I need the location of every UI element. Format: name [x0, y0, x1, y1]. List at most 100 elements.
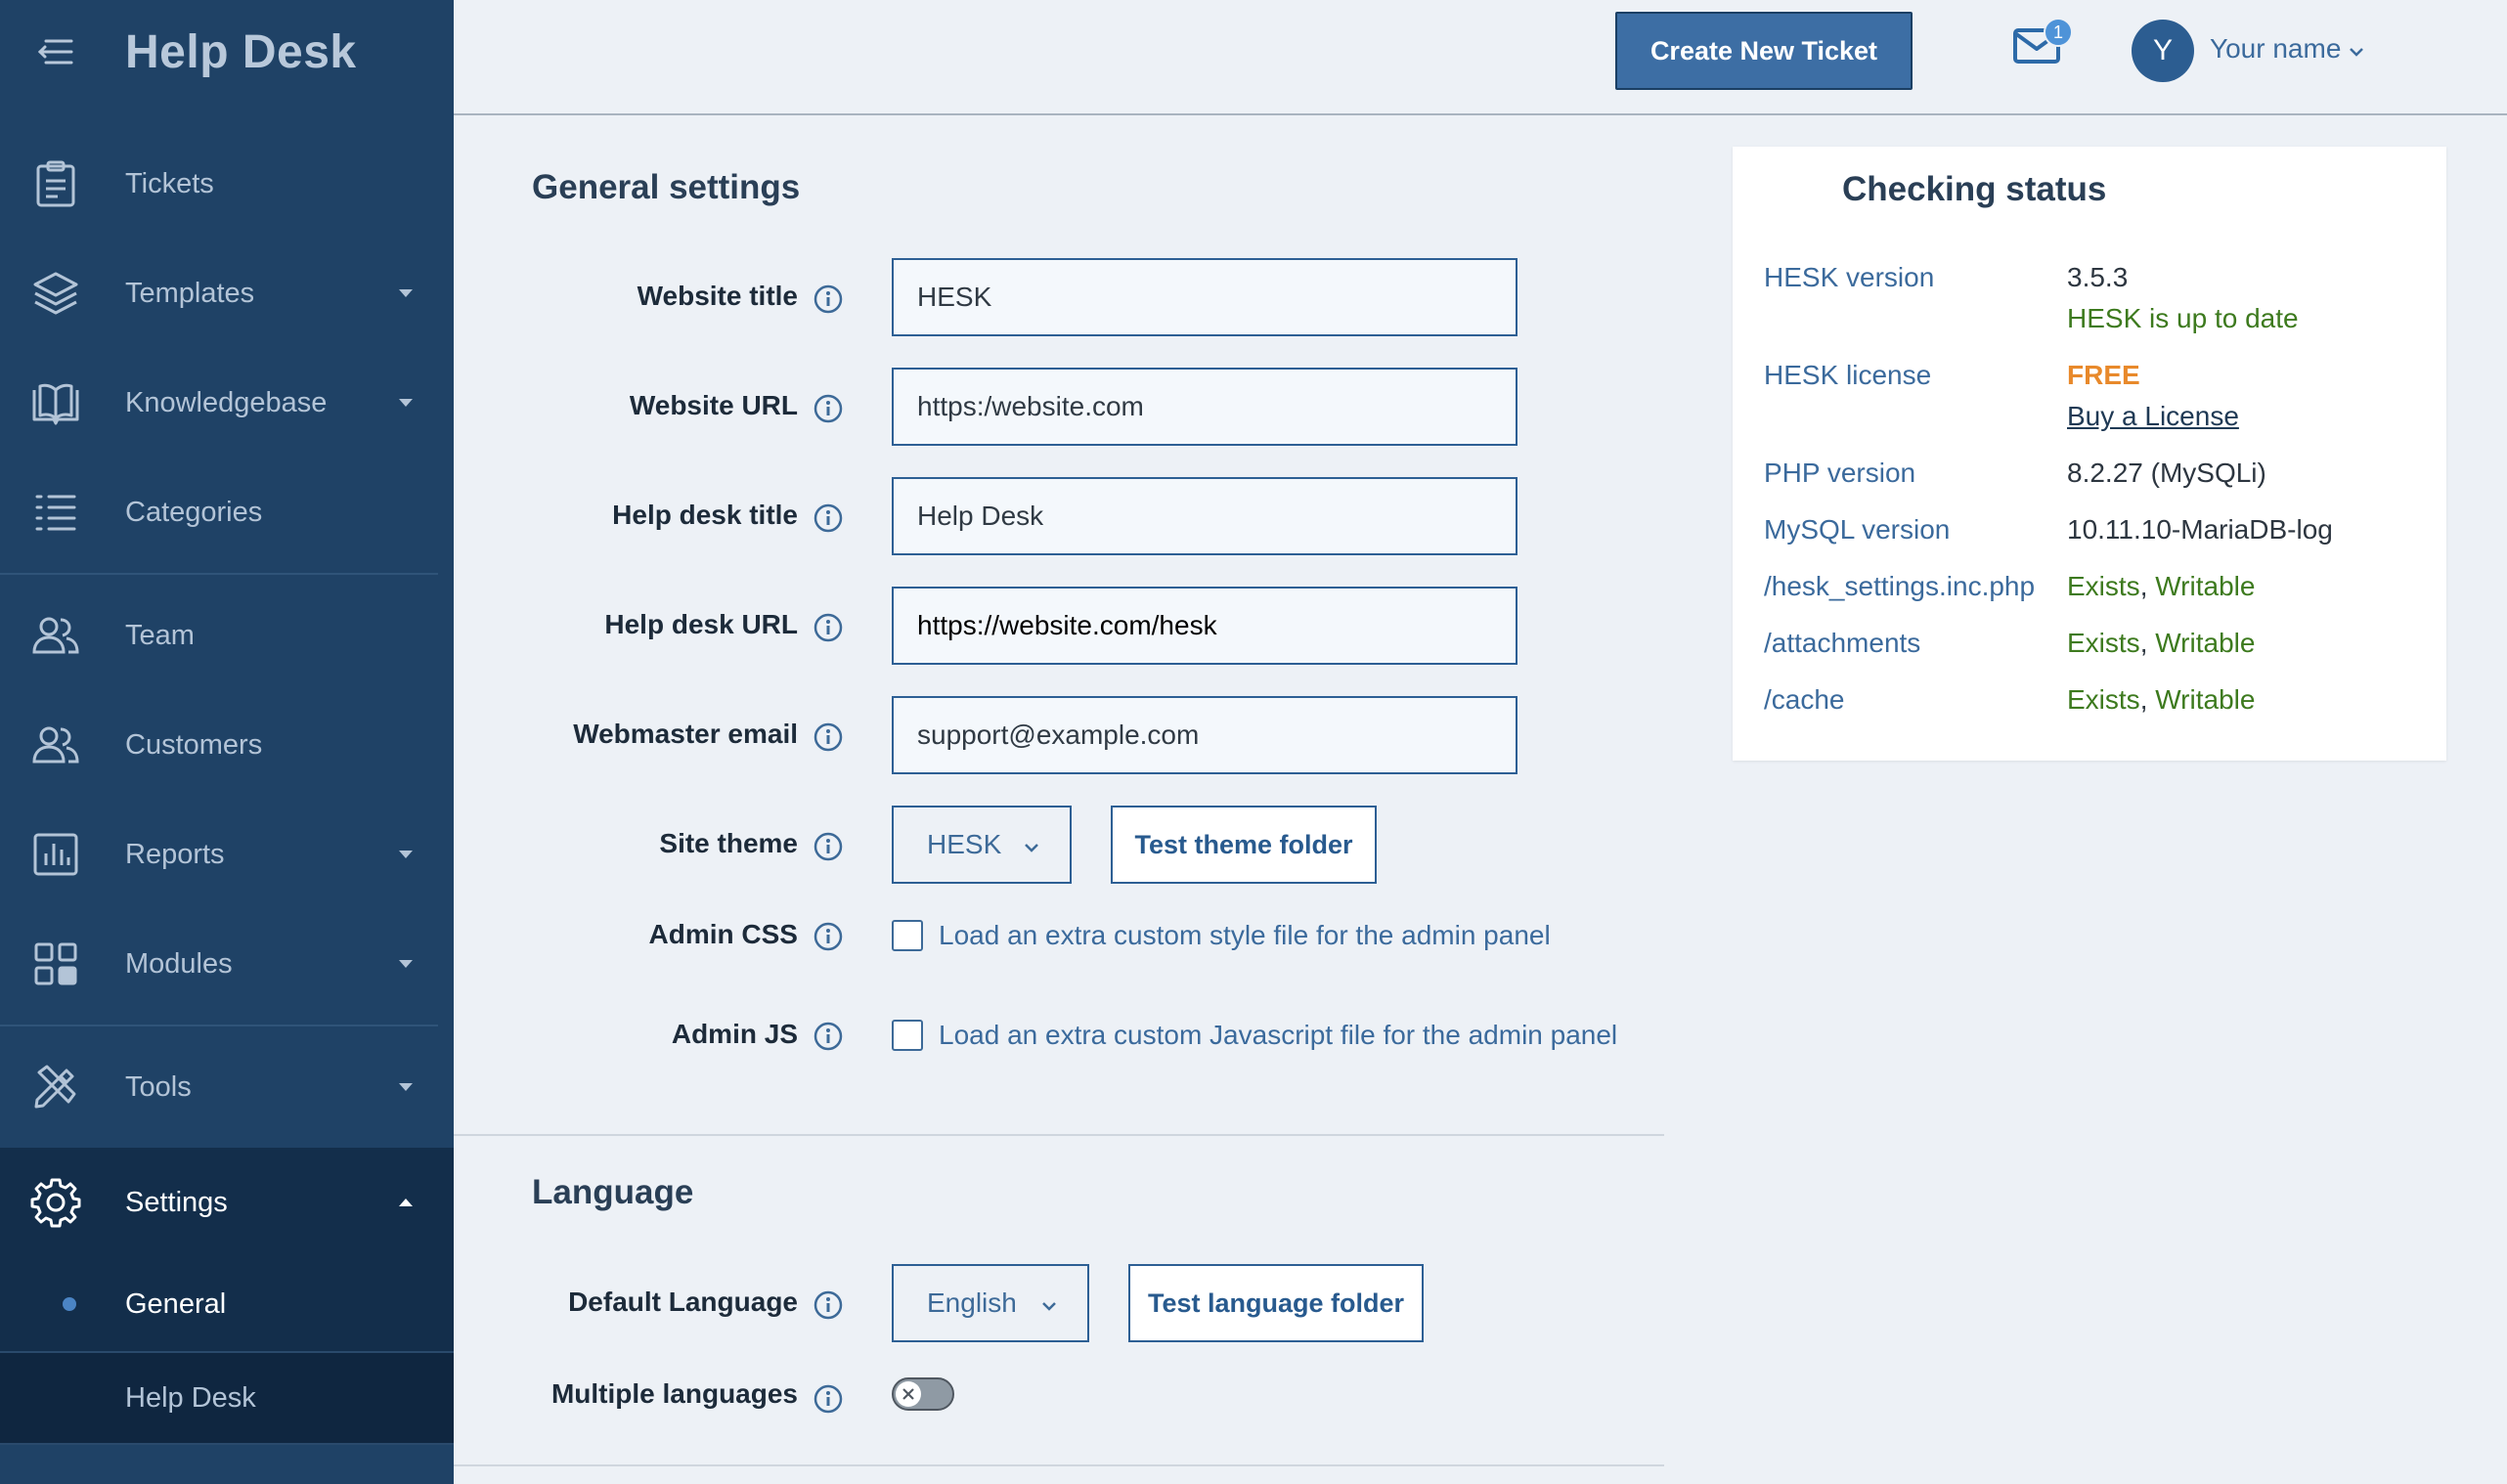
cache-label: /cache	[1764, 684, 1845, 715]
chevron-down-icon	[1023, 829, 1040, 860]
users-icon	[29, 719, 82, 771]
exists-text: Exists	[2067, 684, 2140, 715]
site-theme-label: Site theme	[659, 828, 798, 858]
info-icon[interactable]	[814, 1384, 843, 1414]
sidebar-item-label: Reports	[125, 838, 225, 870]
mysql-version-label: MySQL version	[1764, 514, 1951, 545]
chevron-down-icon	[2349, 33, 2364, 65]
buy-license-link[interactable]: Buy a License	[2067, 401, 2239, 432]
default-language-select[interactable]: English	[892, 1264, 1089, 1342]
info-icon[interactable]	[814, 1022, 843, 1051]
caret-down-icon	[399, 289, 413, 297]
admin-css-checkbox[interactable]	[892, 920, 923, 951]
website-url-label: Website URL	[629, 390, 798, 420]
admin-js-checkbox[interactable]	[892, 1020, 923, 1051]
section-divider	[454, 1134, 1664, 1136]
hesk-license-label: HESK license	[1764, 360, 1932, 390]
caret-down-icon	[399, 399, 413, 407]
multiple-languages-toggle[interactable]	[892, 1377, 954, 1411]
sidebar-item-label: Templates	[125, 277, 255, 309]
sidebar-item-team[interactable]: Team	[0, 581, 454, 690]
sidebar-item-settings[interactable]: Settings	[0, 1148, 454, 1257]
sidebar-header: Help Desk	[0, 0, 454, 104]
attachments-status: Exists, Writable	[2067, 628, 2255, 659]
sidebar-item-templates[interactable]: Templates	[0, 239, 454, 348]
helpdesk-url-label: Help desk URL	[604, 609, 798, 639]
webmaster-email-input[interactable]: support@example.com	[892, 696, 1517, 774]
sidebar-subitem-help-desk[interactable]: Help Desk	[0, 1351, 454, 1445]
exists-text: Exists	[2067, 628, 2140, 658]
sidebar-divider	[0, 1025, 438, 1026]
bar-chart-icon	[29, 828, 82, 881]
sidebar-item-label: Customers	[125, 728, 263, 761]
sidebar-item-label: Team	[125, 619, 195, 651]
helpdesk-title-label: Help desk title	[612, 500, 798, 530]
book-icon	[29, 376, 82, 429]
sidebar-item-label: Tickets	[125, 167, 214, 199]
writable-text: Writable	[2155, 684, 2256, 715]
sidebar-item-label: Settings	[125, 1186, 228, 1218]
admin-css-label: Admin CSS	[648, 919, 798, 949]
attachments-label: /attachments	[1764, 628, 1921, 658]
webmaster-email-label: Webmaster email	[573, 719, 798, 749]
sidebar-item-categories[interactable]: Categories	[0, 458, 454, 567]
sidebar-item-tools[interactable]: Tools	[0, 1032, 454, 1142]
checking-status-card: Checking status HESK version 3.5.3 HESK …	[1733, 147, 2446, 761]
comma: ,	[2139, 628, 2148, 658]
multiple-languages-label: Multiple languages	[550, 1378, 798, 1409]
admin-js-label: Admin JS	[671, 1019, 798, 1049]
caret-down-icon	[399, 851, 413, 858]
info-icon[interactable]	[814, 922, 843, 951]
user-name: Your name	[2210, 33, 2342, 64]
caret-down-icon	[399, 960, 413, 968]
website-title-input[interactable]: HESK	[892, 258, 1517, 336]
info-icon[interactable]	[814, 722, 843, 752]
hesk-version-value: 3.5.3	[2067, 262, 2129, 292]
avatar[interactable]: Y	[2132, 20, 2194, 82]
sidebar-item-label: Tools	[125, 1070, 192, 1103]
hesk-license-value: FREE	[2067, 360, 2140, 390]
default-language-value: English	[927, 1288, 1017, 1318]
list-icon	[29, 486, 82, 539]
top-bar	[454, 0, 2507, 115]
sidebar-item-customers[interactable]: Customers	[0, 690, 454, 800]
sidebar-item-label: Knowledgebase	[125, 386, 328, 418]
info-icon[interactable]	[814, 832, 843, 861]
sidebar-item-modules[interactable]: Modules	[0, 909, 454, 1019]
helpdesk-title-input[interactable]: Help Desk	[892, 477, 1517, 555]
grid-icon	[29, 938, 82, 990]
test-theme-folder-button[interactable]: Test theme folder	[1111, 806, 1377, 884]
info-icon[interactable]	[814, 1290, 843, 1320]
cache-status: Exists, Writable	[2067, 684, 2255, 716]
sidebar-divider	[0, 573, 438, 575]
app-title: Help Desk	[125, 25, 357, 78]
sidebar-subitem-general[interactable]: General	[0, 1257, 454, 1351]
info-icon[interactable]	[814, 394, 843, 423]
admin-js-text: Load an extra custom Javascript file for…	[939, 1020, 1618, 1050]
site-theme-select[interactable]: HESK	[892, 806, 1072, 884]
info-icon[interactable]	[814, 613, 843, 642]
collapse-menu-icon[interactable]	[33, 29, 78, 74]
php-version-value: 8.2.27 (MySQLi)	[2067, 458, 2266, 488]
php-version-label: PHP version	[1764, 458, 1916, 488]
create-new-ticket-button[interactable]: Create New Ticket	[1615, 12, 1913, 90]
user-menu[interactable]: Your name	[2210, 33, 2364, 65]
general-settings-title: General settings	[532, 168, 801, 206]
sidebar-subitem-label: General	[125, 1288, 227, 1320]
info-icon[interactable]	[814, 284, 843, 314]
exists-text: Exists	[2067, 571, 2140, 601]
test-language-folder-button[interactable]: Test language folder	[1128, 1264, 1424, 1342]
sidebar-item-label: Categories	[125, 496, 263, 528]
helpdesk-url-input[interactable]: https://website.com/hesk	[892, 587, 1517, 665]
website-title-label: Website title	[637, 281, 798, 311]
website-url-input[interactable]: https:/website.com	[892, 368, 1517, 446]
info-icon[interactable]	[814, 503, 843, 533]
sidebar-item-reports[interactable]: Reports	[0, 800, 454, 909]
hesk-version-label: HESK version	[1764, 262, 1935, 292]
hesk-uptodate-text: HESK is up to date	[2067, 303, 2299, 333]
sidebar-item-knowledgebase[interactable]: Knowledgebase	[0, 348, 454, 458]
comma: ,	[2139, 684, 2148, 715]
sidebar-item-tickets[interactable]: Tickets	[0, 129, 454, 239]
chevron-down-icon	[1040, 1288, 1058, 1319]
mysql-version-value: 10.11.10-MariaDB-log	[2067, 514, 2333, 545]
